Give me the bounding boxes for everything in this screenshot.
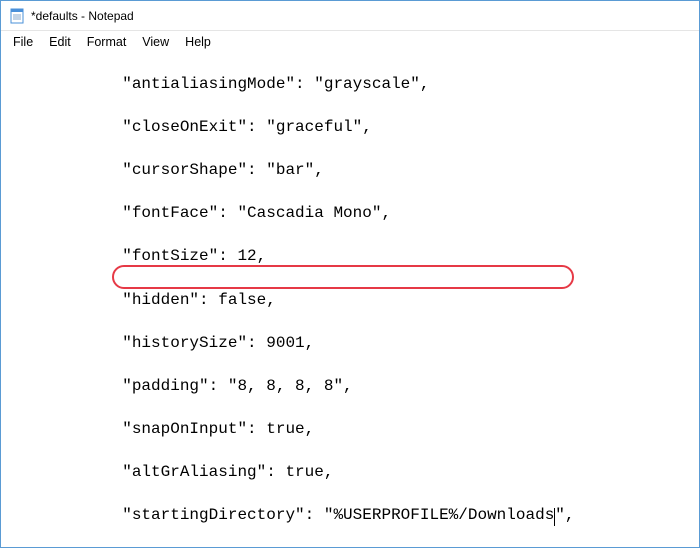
notepad-icon	[9, 8, 25, 24]
editor-content[interactable]: "antialiasingMode": "grayscale", "closeO…	[1, 52, 699, 547]
menu-format[interactable]: Format	[79, 33, 135, 51]
menu-help[interactable]: Help	[177, 33, 219, 51]
code-line: "fontSize": 12,	[7, 246, 699, 268]
titlebar: *defaults - Notepad	[1, 1, 699, 31]
window-title: *defaults - Notepad	[31, 9, 134, 23]
code-line: "snapOnInput": true,	[7, 419, 699, 441]
code-text: ",	[555, 506, 574, 524]
menu-view[interactable]: View	[134, 33, 177, 51]
code-line-highlighted: "startingDirectory": "%USERPROFILE%/Down…	[7, 505, 699, 527]
menu-edit[interactable]: Edit	[41, 33, 79, 51]
code-line: "closeOnExit": "graceful",	[7, 117, 699, 139]
menu-file[interactable]: File	[5, 33, 41, 51]
code-text: "startingDirectory": "%USERPROFILE%/Down…	[7, 506, 554, 524]
code-line: "antialiasingMode": "grayscale",	[7, 74, 699, 96]
menubar: File Edit Format View Help	[1, 31, 699, 52]
code-line: "hidden": false,	[7, 290, 699, 312]
code-line: "padding": "8, 8, 8, 8",	[7, 376, 699, 398]
highlight-annotation	[112, 265, 574, 289]
code-line: "fontFace": "Cascadia Mono",	[7, 203, 699, 225]
code-line: "historySize": 9001,	[7, 333, 699, 355]
code-line: "altGrAliasing": true,	[7, 462, 699, 484]
code-line: "cursorShape": "bar",	[7, 160, 699, 182]
